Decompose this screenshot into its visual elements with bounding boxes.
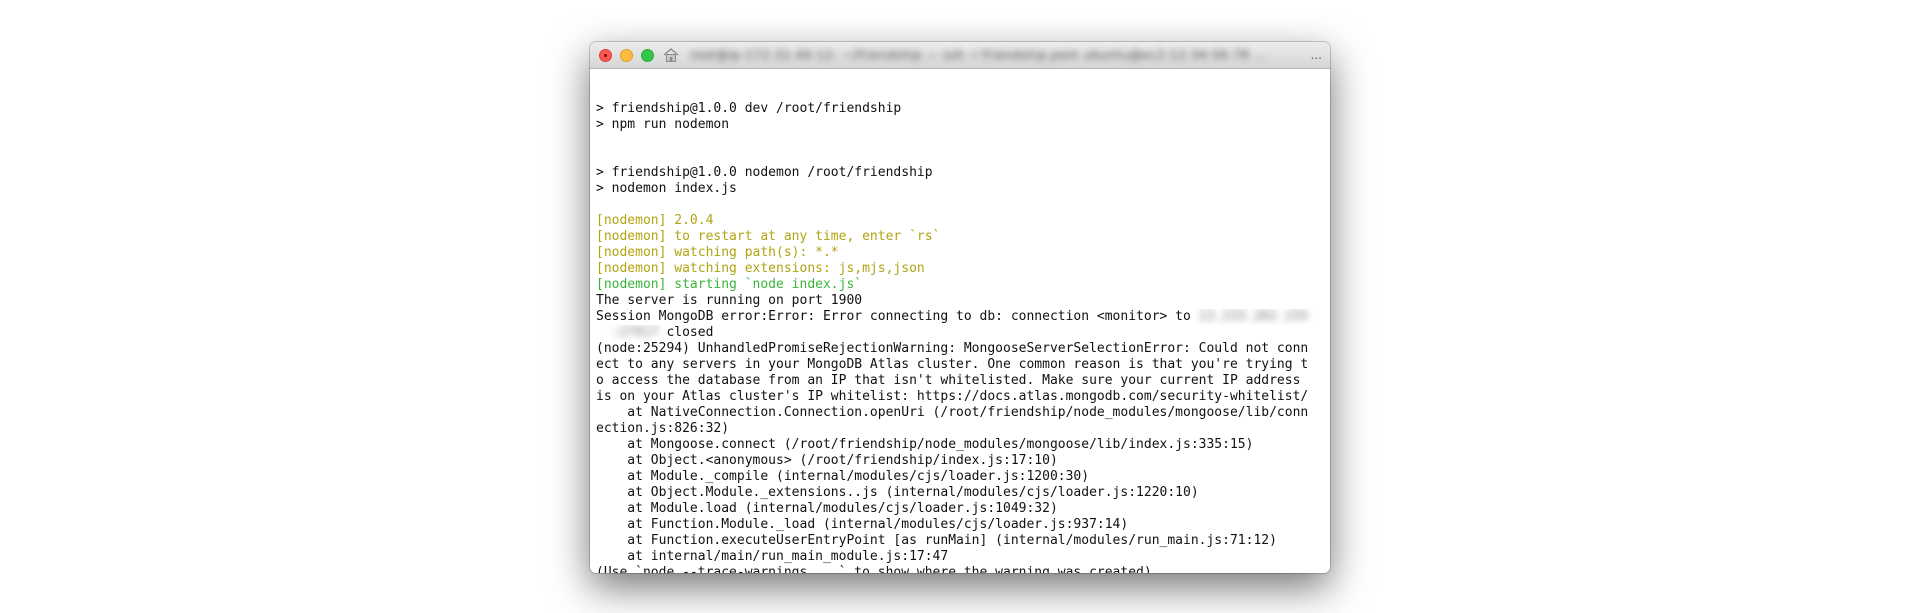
terminal-line-text: closed: [658, 325, 714, 340]
terminal-line-text: at Function.executeUserEntryPoint [as ru…: [596, 533, 1277, 548]
terminal-line: at Mongoose.connect (/root/friendship/no…: [596, 437, 1324, 453]
terminal-line: at Function.executeUserEntryPoint [as ru…: [596, 533, 1324, 549]
terminal-line: :27017 closed: [596, 325, 1324, 341]
title-ellipsis: ...: [1310, 48, 1322, 62]
terminal-line-text: [nodemon] watching path(s): *.*: [596, 245, 839, 260]
terminal-line: at Module.load (internal/modules/cjs/loa…: [596, 501, 1324, 517]
terminal-line-text: > friendship@1.0.0 nodemon /root/friends…: [596, 165, 933, 180]
terminal-line-text: [nodemon] starting `node index.js`: [596, 277, 863, 292]
terminal-line: [nodemon] starting `node index.js`: [596, 277, 1324, 293]
terminal-line: at Object.<anonymous> (/root/friendship/…: [596, 453, 1324, 469]
terminal-line: (node:25294) UnhandledPromiseRejectionWa…: [596, 341, 1324, 357]
terminal-line: > friendship@1.0.0 nodemon /root/friends…: [596, 165, 1324, 181]
terminal-line: at NativeConnection.Connection.openUri (…: [596, 405, 1324, 421]
terminal-line-text: at NativeConnection.Connection.openUri (…: [596, 405, 1309, 420]
terminal-line: at Module._compile (internal/modules/cjs…: [596, 469, 1324, 485]
terminal-window: root@ip-172-31-40-12: ~/friendship — ssh…: [590, 42, 1330, 573]
terminal-line: > friendship@1.0.0 dev /root/friendship: [596, 101, 1324, 117]
terminal-line-text: at internal/main/run_main_module.js:17:4…: [596, 549, 949, 564]
terminal-line-text: The server is running on port 1900: [596, 293, 863, 308]
terminal-line-text: [nodemon] 2.0.4: [596, 213, 714, 228]
terminal-line-text: at Module.load (internal/modules/cjs/loa…: [596, 501, 1058, 516]
terminal-line-text: ection.js:826:32): [596, 421, 730, 436]
terminal-line-text: (node:25294) UnhandledPromiseRejectionWa…: [596, 341, 1309, 356]
terminal-line-text: > friendship@1.0.0 dev /root/friendship: [596, 101, 902, 116]
terminal-line-text: [nodemon] watching extensions: js,mjs,js…: [596, 261, 925, 276]
terminal-line: [nodemon] watching extensions: js,mjs,js…: [596, 261, 1324, 277]
terminal-line: at Function.Module._load (internal/modul…: [596, 517, 1324, 533]
terminal-line: (Use `node --trace-warnings ...` to show…: [596, 565, 1324, 573]
terminal-line: [nodemon] to restart at any time, enter …: [596, 229, 1324, 245]
terminal-line: [nodemon] watching path(s): *.*: [596, 245, 1324, 261]
terminal-line-text: at Mongoose.connect (/root/friendship/no…: [596, 437, 1254, 452]
terminal-line-text: is on your Atlas cluster's IP whitelist:…: [596, 389, 1309, 404]
redacted-text: :27017: [596, 325, 659, 340]
terminal-line: > npm run nodemon: [596, 117, 1324, 133]
terminal-line-text: at Object.Module._extensions..js (intern…: [596, 485, 1199, 500]
maximize-button[interactable]: [641, 48, 654, 62]
terminal-line: at internal/main/run_main_module.js:17:4…: [596, 549, 1324, 565]
close-button[interactable]: [599, 48, 612, 62]
redacted-text: 13.233.202.155: [1198, 309, 1309, 324]
terminal-line: at Object.Module._extensions..js (intern…: [596, 485, 1324, 501]
terminal-line-text: ect to any servers in your MongoDB Atlas…: [596, 357, 1309, 372]
terminal-line-text: at Module._compile (internal/modules/cjs…: [596, 469, 1090, 484]
terminal-line: [nodemon] 2.0.4: [596, 213, 1324, 229]
minimize-button[interactable]: [620, 48, 633, 62]
terminal-line-text: [nodemon] to restart at any time, enter …: [596, 229, 941, 244]
terminal-line-text: at Object.<anonymous> (/root/friendship/…: [596, 453, 1058, 468]
terminal-line: Session MongoDB error:Error: Error conne…: [596, 309, 1324, 325]
title-bar[interactable]: root@ip-172-31-40-12: ~/friendship — ssh…: [590, 42, 1330, 69]
terminal-line-text: (Use `node --trace-warnings ...` to show…: [596, 565, 1152, 573]
terminal-line-text: Session MongoDB error:Error: Error conne…: [596, 309, 1199, 324]
terminal-line-text: > nodemon index.js: [596, 181, 737, 196]
terminal-line: o access the database from an IP that is…: [596, 373, 1324, 389]
terminal-line-text: > npm run nodemon: [596, 117, 730, 132]
terminal-line-text: at Function.Module._load (internal/modul…: [596, 517, 1129, 532]
terminal-line: The server is running on port 1900: [596, 293, 1324, 309]
home-icon: [663, 48, 679, 62]
terminal-line: > nodemon index.js: [596, 181, 1324, 197]
terminal-line: ect to any servers in your MongoDB Atlas…: [596, 357, 1324, 373]
terminal-output[interactable]: > friendship@1.0.0 dev /root/friendship >…: [590, 69, 1330, 573]
window-title: root@ip-172-31-40-12: ~/friendship — ssh…: [690, 48, 1267, 62]
terminal-line: ection.js:826:32): [596, 421, 1324, 437]
terminal-line: is on your Atlas cluster's IP whitelist:…: [596, 389, 1324, 405]
terminal-line-text: o access the database from an IP that is…: [596, 373, 1301, 388]
